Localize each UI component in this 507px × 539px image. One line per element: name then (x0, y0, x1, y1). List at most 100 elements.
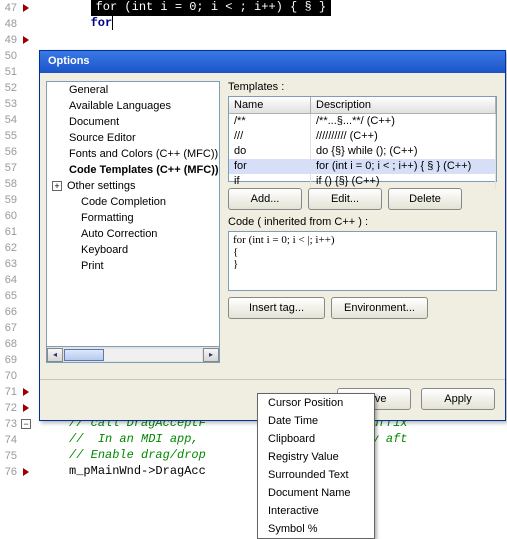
line-number: 56 (0, 146, 19, 158)
template-row[interactable]: ///////////// (C++) (229, 129, 496, 144)
insert-tag-button[interactable]: Insert tag... (228, 297, 325, 319)
edit-button[interactable]: Edit... (308, 188, 382, 210)
comment-line: // Enable drag/drop (69, 448, 206, 462)
menu-item[interactable]: Interactive (258, 502, 374, 520)
menu-item[interactable]: Symbol % (258, 520, 374, 538)
code-line: } (233, 258, 492, 270)
tree-item-label: Fonts and Colors (C++ (MFC)) (69, 148, 218, 160)
template-name-cell: if (229, 174, 311, 189)
line-number: 49 (0, 34, 19, 46)
tree-item[interactable]: Available Languages (47, 98, 219, 114)
templates-grid[interactable]: Name Description /**/**...§...**/ (C++)/… (228, 96, 497, 182)
template-desc-cell: do {§} while (); (C++) (311, 144, 496, 159)
bookmark-icon (23, 388, 29, 396)
tree-item[interactable]: General (47, 82, 219, 98)
line-number: 51 (0, 66, 19, 78)
code-label: Code ( inherited from C++ ) : (228, 216, 497, 228)
line-number: 59 (0, 194, 19, 206)
expand-icon[interactable]: + (52, 181, 62, 191)
column-header-name[interactable]: Name (229, 97, 311, 113)
options-dialog: Options General Available Languages Docume… (39, 50, 506, 421)
template-row[interactable]: dodo {§} while (); (C++) (229, 144, 496, 159)
line-number: 74 (0, 434, 19, 446)
category-tree-pane: General Available Languages Document Source… (40, 73, 226, 379)
menu-item[interactable]: Registry Value (258, 448, 374, 466)
tree-item[interactable]: Code Templates (C++ (MFC)) (47, 162, 219, 178)
dialog-titlebar[interactable]: Options (40, 51, 505, 73)
line-number: 75 (0, 450, 19, 462)
gutter-marker (19, 388, 33, 396)
tree-item[interactable]: Keyboard (47, 242, 219, 258)
template-row[interactable]: /**/**...§...**/ (C++) (229, 114, 496, 129)
code-line: for (int i = 0; i < |; i++) (233, 234, 492, 246)
fold-icon[interactable]: − (21, 419, 31, 429)
template-desc-cell: ////////// (C++) (311, 129, 496, 144)
tree-item[interactable]: Document (47, 114, 219, 130)
menu-item[interactable]: Surrounded Text (258, 466, 374, 484)
menu-item[interactable]: Document Name (258, 484, 374, 502)
line-number: 48 (0, 18, 19, 30)
gutter-marker (19, 36, 33, 44)
delete-button[interactable]: Delete (388, 188, 462, 210)
category-tree[interactable]: General Available Languages Document Source… (46, 81, 220, 347)
menu-item[interactable]: Cursor Position (258, 394, 374, 412)
line-number: 66 (0, 306, 19, 318)
code-line: { (233, 246, 492, 258)
tree-horizontal-scrollbar[interactable]: ◂ ▸ (46, 347, 220, 363)
tree-item-label: Code Completion (81, 196, 166, 208)
line-number: 70 (0, 370, 19, 382)
template-row[interactable]: ifif () {§} (C++) (229, 174, 496, 189)
scrollbar-thumb[interactable] (64, 349, 104, 361)
line-number: 61 (0, 226, 19, 238)
line-number: 47 (0, 2, 19, 14)
template-desc-cell: /**...§...**/ (C++) (311, 114, 496, 129)
template-name-cell: /** (229, 114, 311, 129)
line-number: 65 (0, 290, 19, 302)
template-name-cell: for (229, 159, 311, 174)
line-number: 76 (0, 466, 19, 478)
template-row[interactable]: forfor (int i = 0; i < ; i++) { § } (C++… (229, 159, 496, 174)
apply-button[interactable]: Apply (421, 388, 495, 410)
menu-item[interactable]: Date Time (258, 412, 374, 430)
tree-item-label: Available Languages (69, 100, 171, 112)
tree-item-label: Other settings (67, 180, 135, 192)
tree-item[interactable]: Code Completion (47, 194, 219, 210)
line-number: 71 (0, 386, 19, 398)
template-name-cell: /// (229, 129, 311, 144)
environment-button[interactable]: Environment... (331, 297, 428, 319)
tree-item[interactable]: Source Editor (47, 130, 219, 146)
tree-item[interactable]: Formatting (47, 210, 219, 226)
tree-item[interactable]: Auto Correction (47, 226, 219, 242)
tree-item[interactable]: + Other settings (47, 178, 219, 194)
line-number: 50 (0, 50, 19, 62)
tree-item-label: Auto Correction (81, 228, 157, 240)
insert-tag-menu: Cursor PositionDate TimeClipboardRegistr… (257, 393, 375, 539)
line-number: 60 (0, 210, 19, 222)
bookmark-icon (23, 36, 29, 44)
column-header-description[interactable]: Description (311, 97, 496, 113)
menu-item[interactable]: Clipboard (258, 430, 374, 448)
line-number: 55 (0, 130, 19, 142)
line-number: 53 (0, 98, 19, 110)
line-number-gutter: 4748495051525354555657585960616263646566… (0, 0, 33, 480)
template-desc-cell: for (int i = 0; i < ; i++) { § } (C++) (311, 159, 496, 174)
line-number: 58 (0, 178, 19, 190)
tree-item[interactable]: Print (47, 258, 219, 274)
gutter-marker (19, 468, 33, 476)
gutter-marker (19, 4, 33, 12)
add-button[interactable]: Add... (228, 188, 302, 210)
scrollbar-left-button[interactable]: ◂ (47, 348, 63, 362)
templates-label: Templates : (228, 81, 497, 93)
scrollbar-right-button[interactable]: ▸ (203, 348, 219, 362)
line-number: 62 (0, 242, 19, 254)
code-line: m_pMainWnd->DragAcc (69, 464, 206, 478)
tree-item-label: Keyboard (81, 244, 128, 256)
line-number: 52 (0, 82, 19, 94)
line-number: 69 (0, 354, 19, 366)
line-number: 63 (0, 258, 19, 270)
template-name-cell: do (229, 144, 311, 159)
tree-item-label: Source Editor (69, 132, 136, 144)
tree-item-label: Print (81, 260, 104, 272)
code-preview-box[interactable]: for (int i = 0; i < |; i++){} (228, 231, 497, 291)
tree-item[interactable]: Fonts and Colors (C++ (MFC)) (47, 146, 219, 162)
